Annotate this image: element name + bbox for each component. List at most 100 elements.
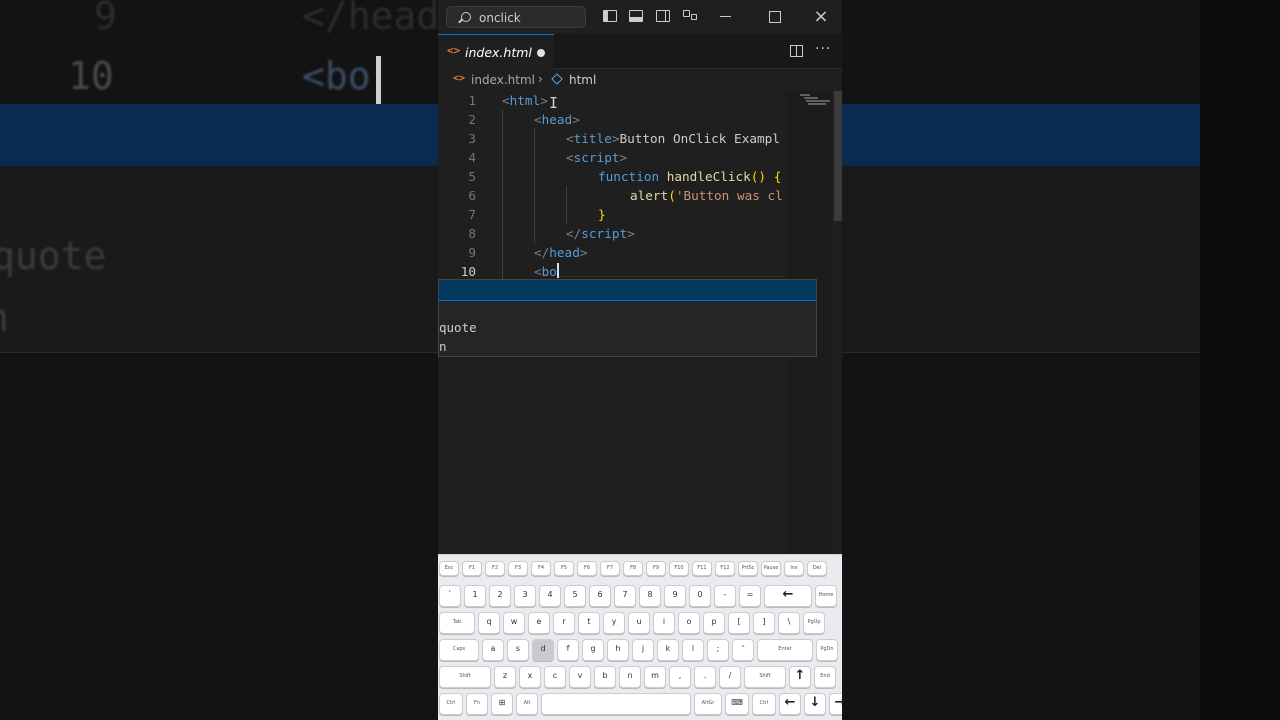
key-Caps[interactable]: Caps (439, 639, 479, 661)
key-u[interactable]: u (628, 612, 650, 634)
key-f[interactable]: f (557, 639, 579, 661)
key-sym[interactable]: [ (728, 612, 750, 634)
key-sym[interactable]: \ (778, 612, 800, 634)
key-m[interactable]: m (644, 666, 666, 688)
key-AltGr[interactable]: AltGr (694, 693, 722, 715)
code-line[interactable]: 5 function handleClick() { (438, 167, 842, 186)
key-sym[interactable]: ⌨ (725, 693, 749, 715)
suggestion-item[interactable]: quote (439, 320, 477, 335)
key-sym[interactable]: / (719, 666, 741, 688)
key-s[interactable]: s (507, 639, 529, 661)
key-t[interactable]: t (578, 612, 600, 634)
key-z[interactable]: z (494, 666, 516, 688)
key-Tab[interactable]: Tab (439, 612, 475, 634)
unsaved-dot-icon[interactable] (537, 49, 545, 57)
key-h[interactable]: h (607, 639, 629, 661)
key-7[interactable]: 7 (614, 585, 636, 607)
split-editor-icon[interactable] (790, 45, 803, 57)
code-line[interactable]: 6 alert('Button was cl (438, 186, 842, 205)
key-sym[interactable]: ↑ (789, 666, 811, 688)
key-y[interactable]: y (603, 612, 625, 634)
key-Shift[interactable]: Shift (439, 666, 491, 688)
key-Fn[interactable]: Fn (466, 693, 488, 715)
key-4[interactable]: 4 (539, 585, 561, 607)
key-k[interactable]: k (657, 639, 679, 661)
breadcrumb-file[interactable]: index.html (471, 73, 535, 87)
breadcrumb-symbol[interactable]: html (569, 73, 596, 87)
key-PgUp[interactable]: PgUp (803, 612, 825, 634)
toggle-panel-icon[interactable] (629, 10, 643, 22)
key-F1[interactable]: F1 (462, 561, 482, 576)
key-d[interactable]: d (532, 639, 554, 661)
key-2[interactable]: 2 (489, 585, 511, 607)
key-q[interactable]: q (478, 612, 500, 634)
key-Enter[interactable]: Enter (757, 639, 813, 661)
key-F6[interactable]: F6 (577, 561, 597, 576)
key-sym[interactable]: → (829, 693, 842, 715)
key-sym[interactable]: . (694, 666, 716, 688)
suggestion-item[interactable]: n (439, 339, 447, 354)
key-sym[interactable]: ] (753, 612, 775, 634)
key-l[interactable]: l (682, 639, 704, 661)
key-e[interactable]: e (528, 612, 550, 634)
key-w[interactable]: w (503, 612, 525, 634)
key-sym[interactable]: ⊞ (491, 693, 513, 715)
close-icon[interactable]: × (812, 8, 830, 26)
key-PgDn[interactable]: PgDn (816, 639, 838, 661)
key-Ins[interactable]: Ins (784, 561, 804, 576)
key-End[interactable]: End (814, 666, 836, 688)
key-6[interactable]: 6 (589, 585, 611, 607)
key-F7[interactable]: F7 (600, 561, 620, 576)
key-1[interactable]: 1 (464, 585, 486, 607)
key-F12[interactable]: F12 (715, 561, 735, 576)
toggle-secondary-sidebar-icon[interactable] (656, 10, 670, 22)
code-line[interactable]: 7} (438, 205, 842, 224)
key-sym[interactable]: = (739, 585, 761, 607)
key-v[interactable]: v (569, 666, 591, 688)
key-3[interactable]: 3 (514, 585, 536, 607)
key-F11[interactable]: F11 (692, 561, 712, 576)
key-sym[interactable]: ' (732, 639, 754, 661)
code-line[interactable]: 1 <html> (438, 91, 842, 110)
key-sym[interactable]: ↓ (804, 693, 826, 715)
key-i[interactable]: i (653, 612, 675, 634)
more-actions-icon[interactable]: ··· (815, 41, 831, 57)
key-sym[interactable]: ; (707, 639, 729, 661)
key-sym[interactable]: ← (764, 585, 812, 607)
key-PrtSc[interactable]: PrtSc (738, 561, 758, 576)
key-F3[interactable]: F3 (508, 561, 528, 576)
key-Del[interactable]: Del (807, 561, 827, 576)
key-c[interactable]: c (544, 666, 566, 688)
code-line[interactable]: 9 </head> (438, 243, 842, 262)
key-x[interactable]: x (519, 666, 541, 688)
key-Alt[interactable]: Alt (516, 693, 538, 715)
key-sym[interactable]: - (714, 585, 736, 607)
key-Ctrl[interactable]: Ctrl (752, 693, 776, 715)
key-b[interactable]: b (594, 666, 616, 688)
suggestion-item-selected[interactable] (439, 280, 816, 301)
key-F8[interactable]: F8 (623, 561, 643, 576)
toggle-primary-sidebar-icon[interactable] (603, 10, 617, 22)
key-Ctrl[interactable]: Ctrl (439, 693, 463, 715)
customize-layout-icon[interactable] (683, 10, 690, 17)
key-F2[interactable]: F2 (485, 561, 505, 576)
key-p[interactable]: p (703, 612, 725, 634)
key-Shift[interactable]: Shift (744, 666, 786, 688)
key-Esc[interactable]: Esc (439, 561, 459, 576)
key-sym[interactable]: , (669, 666, 691, 688)
code-line[interactable]: 8 </script> (438, 224, 842, 243)
key-0[interactable]: 0 (689, 585, 711, 607)
code-line[interactable]: 2 <head> (438, 110, 842, 129)
key-sym[interactable]: ` (439, 585, 461, 607)
tab-index-html[interactable]: <> index.html (438, 34, 554, 69)
key-8[interactable]: 8 (639, 585, 661, 607)
key-Home[interactable]: Home (815, 585, 837, 607)
key-F4[interactable]: F4 (531, 561, 551, 576)
key-j[interactable]: j (632, 639, 654, 661)
key-F9[interactable]: F9 (646, 561, 666, 576)
key-9[interactable]: 9 (664, 585, 686, 607)
key-r[interactable]: r (553, 612, 575, 634)
key-n[interactable]: n (619, 666, 641, 688)
key-Pause[interactable]: Pause (761, 561, 781, 576)
key-F5[interactable]: F5 (554, 561, 574, 576)
